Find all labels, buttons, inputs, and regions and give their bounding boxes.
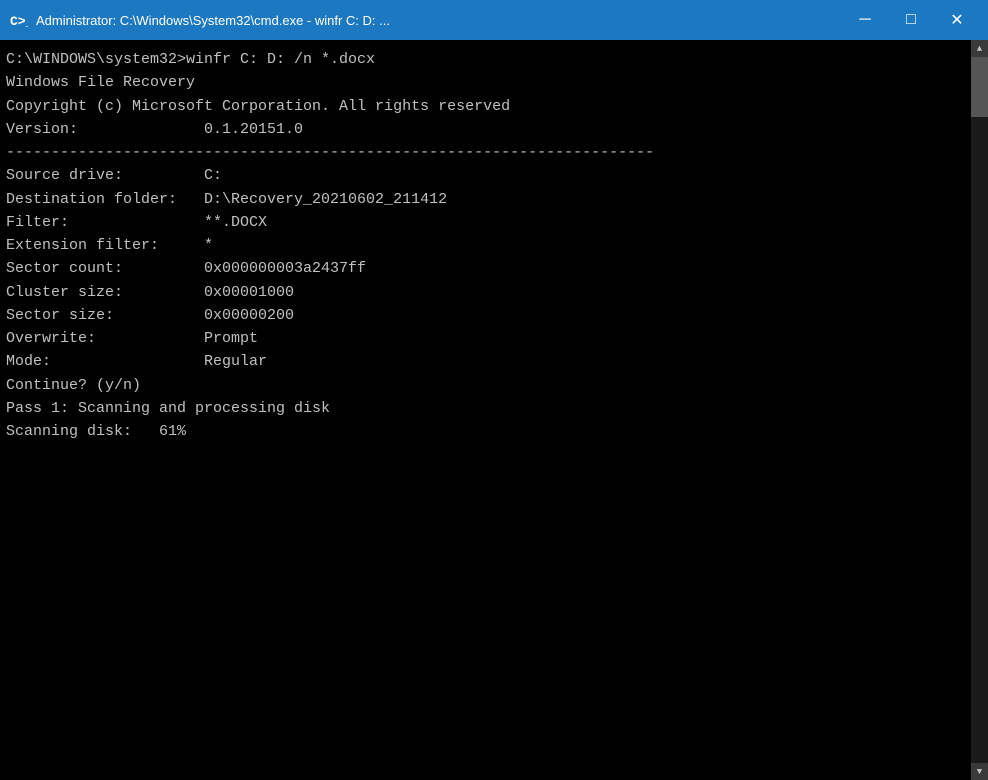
svg-text:C>_: C>_	[10, 14, 28, 29]
scrollbar-track[interactable]	[971, 57, 988, 763]
close-button[interactable]: ✕	[934, 0, 980, 40]
window-title: Administrator: C:\Windows\System32\cmd.e…	[36, 13, 842, 28]
source: Source drive: C:	[6, 164, 965, 187]
scrollbar[interactable]: ▲ ▼	[971, 40, 988, 780]
sectorsize: Sector size: 0x00000200	[6, 304, 965, 327]
dest: Destination folder: D:\Recovery_20210602…	[6, 188, 965, 211]
maximize-button[interactable]: □	[888, 0, 934, 40]
pass1: Pass 1: Scanning and processing disk	[6, 397, 965, 420]
title-bar-controls: ─ □ ✕	[842, 0, 980, 40]
cluster: Cluster size: 0x00001000	[6, 281, 965, 304]
version: Version: 0.1.20151.0	[6, 118, 965, 141]
divider: ----------------------------------------…	[6, 141, 965, 164]
cmd-icon: C>_	[8, 10, 28, 30]
window: C>_ Administrator: C:\Windows\System32\c…	[0, 0, 988, 780]
continue: Continue? (y/n)	[6, 374, 965, 397]
console-content: C:\WINDOWS\system32>winfr C: D: /n *.doc…	[0, 40, 971, 780]
console-area: C:\WINDOWS\system32>winfr C: D: /n *.doc…	[0, 40, 988, 780]
mode: Mode: Regular	[6, 350, 965, 373]
copyright: Copyright (c) Microsoft Corporation. All…	[6, 95, 965, 118]
overwrite: Overwrite: Prompt	[6, 327, 965, 350]
cmd-prompt: C:\WINDOWS\system32>winfr C: D: /n *.doc…	[6, 48, 965, 71]
scanning: Scanning disk: 61%	[6, 420, 965, 443]
sector: Sector count: 0x000000003a2437ff	[6, 257, 965, 280]
title-bar: C>_ Administrator: C:\Windows\System32\c…	[0, 0, 988, 40]
scroll-down-button[interactable]: ▼	[971, 763, 988, 780]
filter: Filter: **.DOCX	[6, 211, 965, 234]
minimize-button[interactable]: ─	[842, 0, 888, 40]
scroll-up-button[interactable]: ▲	[971, 40, 988, 57]
scrollbar-thumb[interactable]	[971, 57, 988, 117]
extfilter: Extension filter: *	[6, 234, 965, 257]
title: Windows File Recovery	[6, 71, 965, 94]
